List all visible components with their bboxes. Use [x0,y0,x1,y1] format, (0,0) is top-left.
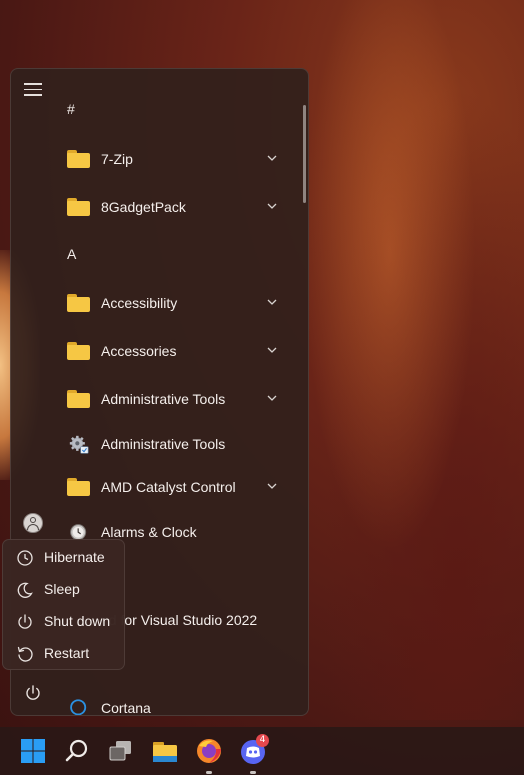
list-item-label: Alarms & Clock [101,524,197,540]
folder-icon [67,390,91,410]
folder-icon [67,342,91,362]
folder-icon [67,150,91,170]
discord-running-indicator [250,771,256,774]
list-item-label: Accessories [101,343,177,359]
list-item-label: Administrative Tools [101,436,226,452]
folder-icon [67,478,91,498]
discord-button[interactable]: 4 [240,734,269,765]
admin-tools-gear-icon [69,435,89,454]
power-menu: Hibernate Sleep Shut down Restart [2,539,125,670]
list-item-label: Accessibility [101,295,178,311]
file-explorer-icon[interactable] [151,737,179,765]
windows-start-icon[interactable] [19,737,47,765]
list-item-label: 8GadgetPack [101,199,186,215]
hibernate-clock-icon [17,550,33,566]
power-icon [18,614,32,629]
chevron-down-icon[interactable] [267,297,277,307]
wallpaper-figure [300,0,524,720]
user-account-icon[interactable] [23,513,43,533]
power-menu-item-restart[interactable]: Restart [3,637,124,669]
moon-icon [17,582,33,598]
hamburger-menu-icon[interactable] [24,83,42,97]
power-menu-label: Restart [44,645,90,661]
firefox-icon[interactable] [195,737,223,765]
task-view-icon[interactable] [107,737,135,765]
restart-icon [17,646,33,662]
search-icon[interactable] [63,737,91,765]
chevron-down-icon[interactable] [267,481,277,491]
list-item-administrative-tools-folder[interactable]: Administrative Tools [51,381,291,419]
app-list-scrollbar[interactable] [303,105,306,203]
chevron-down-icon[interactable] [267,345,277,355]
power-menu-label: Shut down [44,613,111,629]
section-header-a[interactable]: A [67,246,76,262]
power-menu-label: Hibernate [44,549,105,565]
power-menu-item-shut-down[interactable]: Shut down [3,605,124,637]
discord-notification-badge: 4 [256,734,269,747]
chevron-down-icon[interactable] [267,153,277,163]
list-item-label: Cortana [101,700,151,716]
folder-icon [67,198,91,218]
power-menu-label: Sleep [44,581,80,597]
section-header-hash[interactable]: # [67,101,75,117]
list-item-label: Administrative Tools [101,391,226,407]
chevron-down-icon[interactable] [267,393,277,403]
list-item-cortana[interactable]: Cortana [51,690,291,716]
taskbar: 4 [0,727,524,775]
power-menu-item-hibernate[interactable]: Hibernate [3,541,124,573]
list-item-accessories[interactable]: Accessories [51,333,291,371]
folder-icon [67,294,91,314]
firefox-running-indicator [206,771,212,774]
list-item-8gadgetpack[interactable]: 8GadgetPack [51,189,291,227]
list-item-label: 7-Zip [101,151,133,167]
list-item-7zip[interactable]: 7-Zip [51,141,291,179]
list-item-amd-catalyst-control[interactable]: AMD Catalyst Control [51,469,291,507]
cortana-ring-icon [70,699,87,715]
list-item-label: AMD Catalyst Control [101,479,236,495]
power-menu-item-sleep[interactable]: Sleep [3,573,124,605]
list-item-administrative-tools-app[interactable]: Administrative Tools [51,426,291,464]
chevron-down-icon[interactable] [267,201,277,211]
power-button-icon[interactable] [24,684,42,702]
list-item-accessibility[interactable]: Accessibility [51,285,291,323]
